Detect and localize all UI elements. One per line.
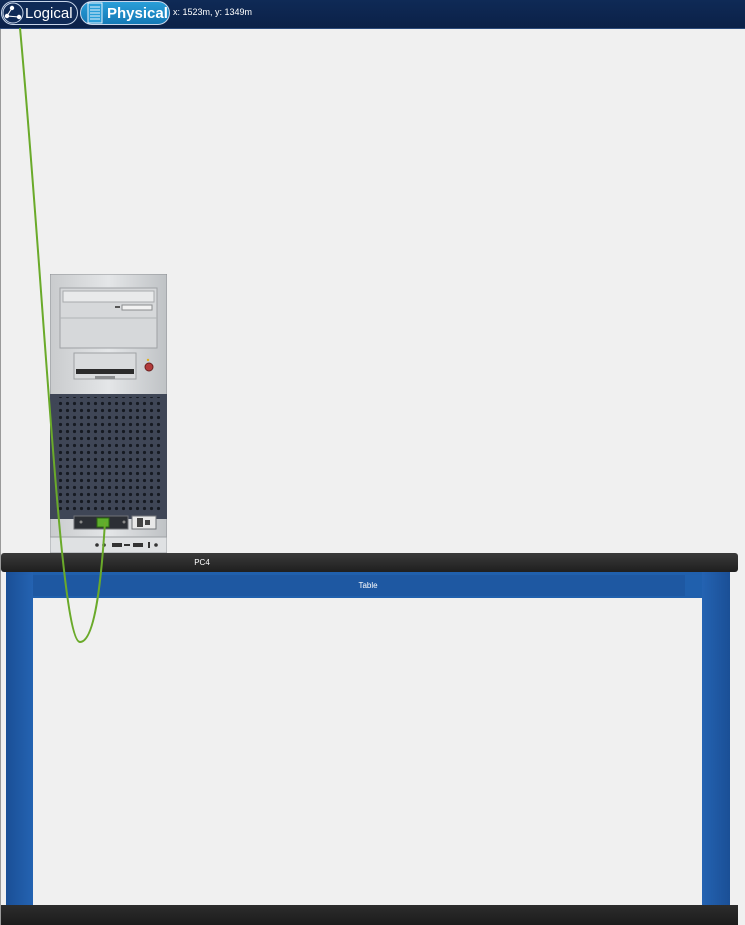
pc4-device[interactable] (49, 273, 168, 554)
floor-strip (1, 905, 738, 925)
workspace-edge (0, 29, 1, 925)
view-mode-toolbar: Logical Physical x: 1523m, y: 1349m (0, 0, 745, 29)
tabletop[interactable] (1, 553, 738, 572)
logical-topology-icon (2, 2, 24, 24)
device-label-pc4: PC4 (194, 558, 210, 567)
physical-tab-label: Physical (107, 4, 168, 22)
logical-view-tab[interactable]: Logical (1, 1, 78, 25)
logical-tab-label: Logical (25, 4, 73, 22)
cursor-coordinates: x: 1523m, y: 1349m (173, 7, 253, 17)
physical-view-tab[interactable]: Physical (80, 1, 170, 25)
table-leg-left (6, 572, 33, 905)
physical-rack-icon (87, 2, 103, 24)
table-label: Table (358, 581, 378, 590)
table-leg-right (702, 572, 730, 905)
